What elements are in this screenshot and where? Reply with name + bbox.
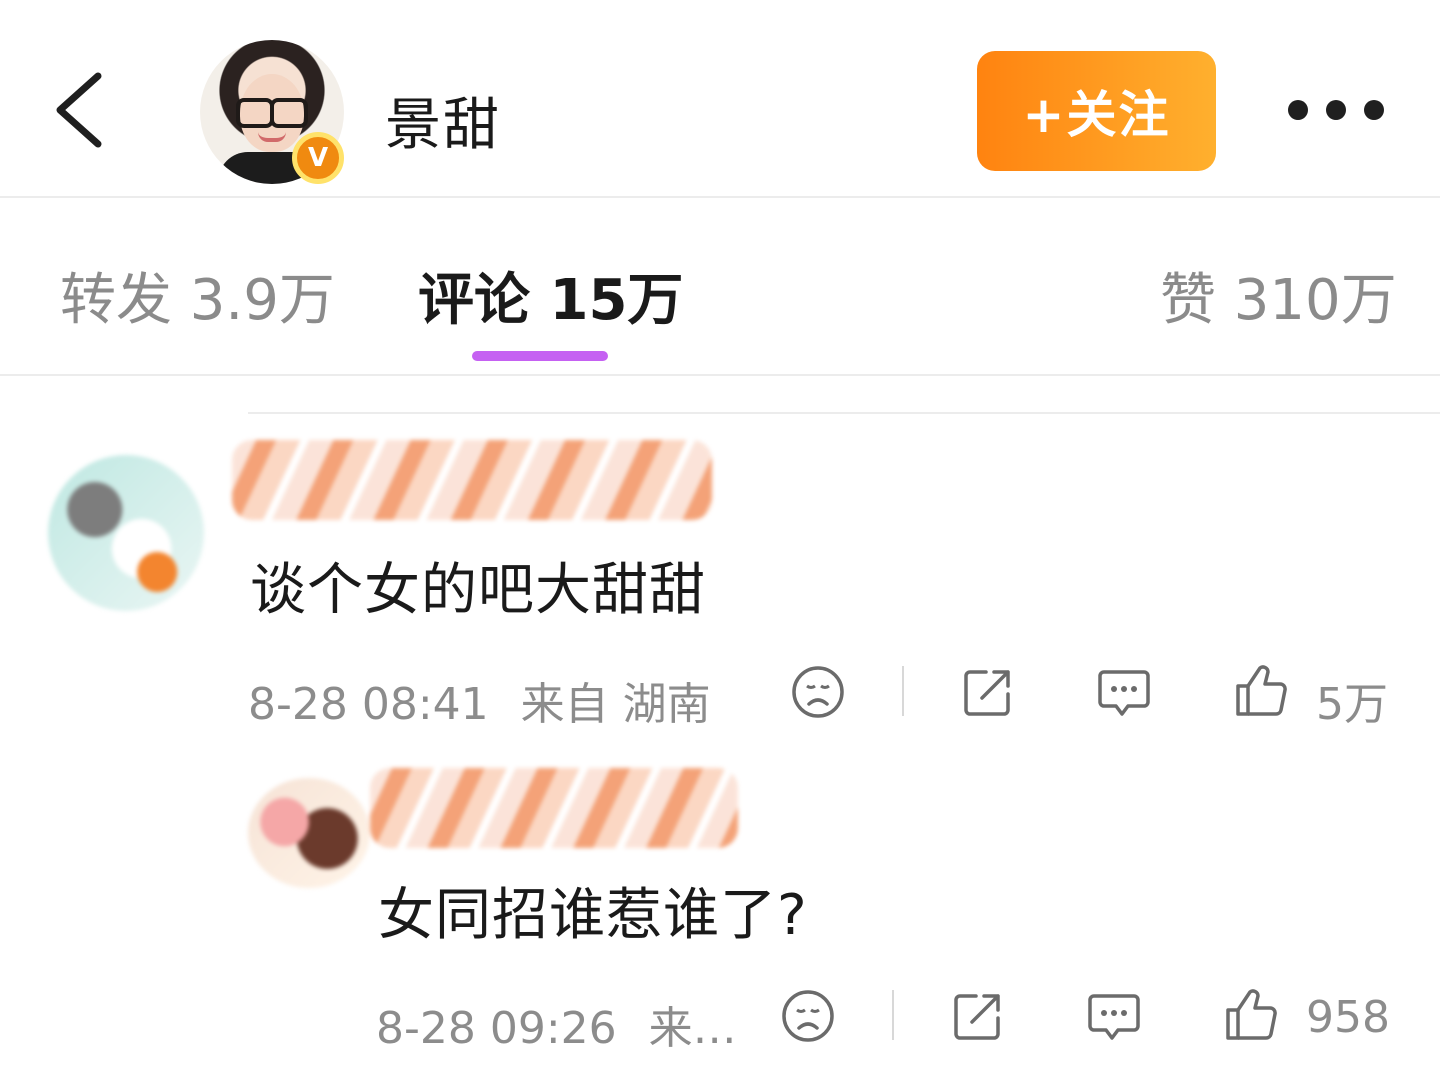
tab-bar: 转发 3.9万 评论 15万 赞 310万 [0,200,1440,376]
separator [892,990,894,1040]
share-icon [964,670,1010,716]
comment-text: 谈个女的吧大甜甜 [250,558,706,623]
comment-timestamp: 8-28 08:41 [248,679,489,730]
comment-bubble-icon [1088,994,1140,1040]
share-button[interactable] [950,988,1006,1048]
reply-text: 女同招谁惹谁了? [378,883,808,948]
share-icon [954,994,1000,1040]
top-bar: V 景甜 +关注 [0,0,1440,198]
thumbs-up-icon [1236,665,1287,716]
sad-face-icon [782,990,834,1042]
comment-time: 8-28 08:41 来自 湖南 [248,668,711,732]
verified-icon: V [292,132,344,184]
sad-face-icon [792,666,844,718]
commenter-avatar[interactable] [48,455,204,611]
comment-bubble-icon [1098,670,1150,716]
active-tab-indicator [472,351,608,361]
reply-button[interactable] [1086,988,1142,1048]
reply-button[interactable] [1096,664,1152,724]
dislike-button[interactable] [790,664,846,724]
tab-comments[interactable]: 评论 15万 [418,255,683,336]
back-arrow-icon [56,72,102,148]
author-name[interactable]: 景甜 [385,80,501,161]
dislike-button[interactable] [780,988,836,1048]
tab-reposts[interactable]: 转发 3.9万 [60,255,335,336]
reply-location: 来… [648,1003,737,1054]
commenter-name[interactable] [232,440,712,520]
reply-avatar[interactable] [248,778,370,888]
tab-likes[interactable]: 赞 310万 [1160,255,1397,336]
like-button[interactable] [1232,662,1290,724]
back-button[interactable] [40,60,120,160]
reply-name[interactable] [370,768,738,848]
like-button[interactable] [1222,986,1280,1048]
share-button[interactable] [960,664,1016,724]
divider [248,412,1440,414]
separator [902,666,904,716]
thumbs-up-icon [1226,989,1277,1040]
reply-timestamp: 8-28 09:26 [376,1003,617,1054]
follow-button[interactable]: +关注 [977,51,1216,171]
more-dots-icon[interactable] [1280,85,1390,135]
like-count: 958 [1306,992,1390,1043]
comment-location: 来自 湖南 [520,679,711,730]
reply-time: 8-28 09:26 来… [376,992,737,1056]
like-count: 5万 [1316,679,1388,730]
